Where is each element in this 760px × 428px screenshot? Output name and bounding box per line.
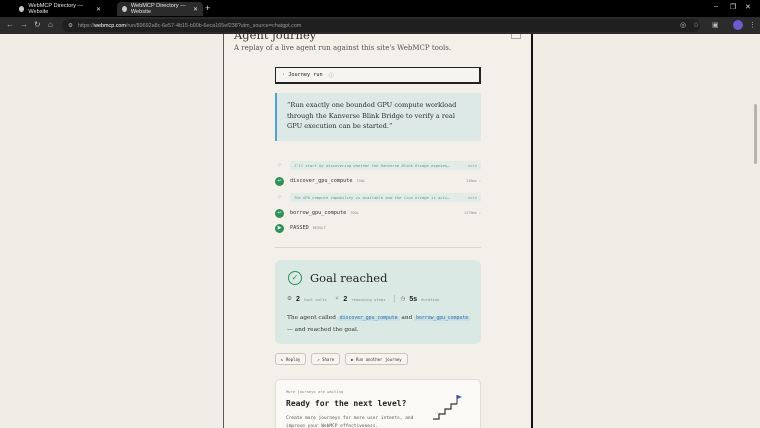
next-level-card: More journeys are waiting Ready for the …: [275, 379, 481, 428]
minimize-button[interactable]: –: [714, 3, 718, 10]
bookmark-star-icon[interactable]: ☆: [693, 21, 699, 29]
check-circle-icon: ✓: [288, 271, 302, 285]
tab-title: WebMCP Directory — Website: [28, 3, 84, 15]
url-input[interactable]: ⚙ https:// webmcp.com /run/89692a8c-6e57…: [62, 19, 700, 32]
prompt-quote: “Run exactly one bounded GPU compute wor…: [275, 93, 481, 141]
url-path: /run/89692a8c-6e57-4b15-b00b-6eca165ef23…: [125, 22, 302, 29]
chevron-icon: ›: [478, 179, 481, 183]
next-description: Create more journeys for more user inten…: [286, 416, 414, 428]
stat-value: 2: [343, 295, 348, 303]
stat-label: tool calls: [303, 296, 327, 302]
tool-time: 116ms: [466, 179, 477, 183]
restore-button[interactable]: ❐: [730, 3, 736, 11]
browser-tab[interactable]: WebMCP Directory — Website ✕: [14, 2, 106, 16]
back-icon[interactable]: ←: [6, 20, 14, 29]
url-prefix: https://: [77, 22, 95, 29]
stat-divider: [393, 295, 395, 303]
reasoning-text: I'll start by discovering whether the Ka…: [294, 163, 450, 168]
reasoning-text: The GPU compute capability is available …: [294, 195, 450, 200]
menu-kebab-icon[interactable]: ⋮: [749, 21, 756, 29]
favicon-icon: [122, 6, 127, 12]
action-buttons: ↻ Replay ↗ Share ▶ Run another journey: [275, 353, 408, 365]
share-button[interactable]: ↗ Share: [311, 353, 341, 365]
tool-time: 1279ms: [463, 211, 477, 215]
tool-name: discover_gpu_compute: [290, 178, 353, 184]
result-tag: RESULT: [312, 226, 326, 230]
url-host: webmcp.com: [94, 22, 126, 29]
avatar[interactable]: [733, 20, 743, 30]
divider: [275, 247, 481, 248]
summary-text: The agent called: [287, 315, 336, 321]
clock-icon: ◷: [400, 296, 406, 302]
goal-title: Goal reached: [310, 271, 388, 285]
goal-card: ✓ Goal reached ⚙ 2 tool calls ✧ 2 reason…: [275, 260, 481, 344]
result-row: ▶ PASSED RESULT: [275, 223, 481, 233]
browser-tab-bar: WebMCP Directory — Website ✕ WebMCP Dire…: [0, 0, 760, 17]
chevron-icon: ›: [478, 211, 481, 215]
tool-call-row[interactable]: ↩ discover_gpu_compute TOOL 116ms ›: [275, 176, 481, 186]
sparkle-icon: ✧: [276, 162, 283, 169]
close-window-button[interactable]: ✕: [745, 3, 751, 11]
privacy-icon[interactable]: ◎: [680, 21, 686, 29]
run-another-button[interactable]: ▶ Run another journey: [345, 353, 408, 365]
address-bar-row: ← → ↻ ⌂ ⚙ https:// webmcp.com /run/89692…: [0, 17, 760, 34]
journey-panel: Agent journey A replay of a live agent r…: [223, 34, 533, 428]
tab-title: WebMCP Directory — Website: [130, 3, 186, 15]
goal-stats: ⚙ 2 tool calls ✧ 2 reasoning steps ◷ 5s …: [287, 294, 447, 304]
reasoning-step[interactable]: I'll start by discovering whether the Ka…: [290, 161, 481, 170]
reasoning-note: note: [467, 195, 477, 200]
extensions-icon[interactable]: ▣: [712, 21, 719, 29]
info-icon[interactable]: ⓘ: [329, 72, 334, 79]
goal-summary: The agent called discover_gpu_compute an…: [287, 313, 472, 335]
stat-reasoning: ✧ 2 reasoning steps: [335, 296, 386, 303]
favicon-icon: [19, 6, 25, 12]
tab-close-icon[interactable]: ✕: [193, 6, 198, 13]
journey-run-label: · Journey run: [282, 72, 323, 78]
next-title: Ready for the next level?: [286, 399, 407, 408]
tool-code: borrow_gpu_compute: [414, 316, 471, 321]
replay-button[interactable]: ↻ Replay: [275, 353, 307, 365]
journey-run-button[interactable]: · Journey run ⓘ: [275, 67, 481, 84]
tool-call-icon: ↩: [275, 208, 284, 218]
next-kicker: More journeys are waiting: [286, 389, 344, 394]
home-icon[interactable]: ⌂: [48, 20, 53, 29]
sparkle-icon: ✧: [276, 194, 283, 201]
stairs-flag-icon: [433, 395, 462, 420]
tool-name: borrow_gpu_compute: [290, 210, 347, 216]
tool-code: discover_gpu_compute: [337, 316, 400, 321]
sparkle-icon: ✧: [334, 296, 340, 302]
result-status: PASSED: [290, 225, 309, 231]
tool-call-row[interactable]: ↩ borrow_gpu_compute TOOL 1279ms ›: [275, 208, 481, 218]
page-title: Agent journey: [234, 34, 317, 42]
tool-tag: TOOL: [350, 211, 359, 215]
tab-close-icon[interactable]: ✕: [96, 6, 101, 13]
summary-text: — and reached the goal.: [287, 326, 359, 333]
stat-label: duration: [421, 296, 440, 302]
stat-label: reasoning steps: [351, 296, 386, 302]
reload-icon[interactable]: ↻: [34, 20, 41, 29]
summary-text: and: [401, 315, 413, 321]
tool-call-icon: ↩: [275, 176, 284, 186]
page-subtitle: A replay of a live agent run against thi…: [234, 44, 452, 52]
tool-tag: TOOL: [356, 179, 366, 183]
expand-icon[interactable]: [511, 34, 521, 39]
forward-icon[interactable]: →: [20, 20, 28, 29]
stat-value: 5s: [409, 295, 418, 303]
scrollbar[interactable]: [754, 104, 757, 164]
page-viewport: Agent journey A replay of a live agent r…: [0, 34, 760, 428]
reasoning-step[interactable]: The GPU compute capability is available …: [290, 193, 481, 202]
site-info-icon[interactable]: ⚙: [68, 23, 73, 29]
reasoning-note: note: [467, 163, 477, 168]
browser-tab-active[interactable]: WebMCP Directory — Website ✕: [117, 2, 203, 16]
tool-icon: ⚙: [287, 296, 292, 302]
stat-tool-calls: ⚙ 2 tool calls: [287, 296, 327, 303]
stat-duration: ◷ 5s duration: [401, 296, 440, 303]
play-icon: ▶: [275, 223, 284, 233]
new-tab-button[interactable]: +: [205, 3, 210, 13]
stat-value: 2: [295, 295, 300, 303]
